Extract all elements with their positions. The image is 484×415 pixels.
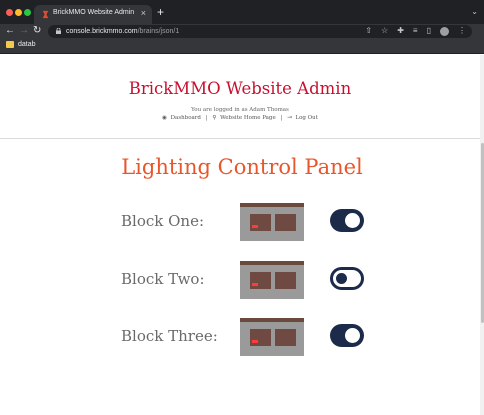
page-title: Lighting Control Panel [121,155,363,179]
address-bar[interactable]: console.brickmmo.com/brains/json/1 ⇧ ☆ ✚… [48,25,472,38]
url-text: console.brickmmo.com/brains/json/1 [66,28,180,35]
star-icon[interactable]: ☆ [381,26,388,36]
building-roof [240,318,304,322]
toggle-knob [336,273,347,284]
page-content: BrickMMO Website Admin You are logged in… [0,55,484,415]
block-row: Block Two: [0,259,484,299]
dashboard-link[interactable]: ◉ Dashboard [161,115,202,121]
brickmmo-favicon-icon [42,10,49,19]
tab-close-icon[interactable]: × [141,8,146,18]
reload-icon[interactable]: ↻ [33,25,41,37]
site-title: BrickMMO Website Admin [128,79,352,98]
menu-icon[interactable]: ⋮ [458,26,466,36]
logout-icon: ⇥ [287,115,292,121]
building-roof [240,203,304,207]
admin-nav: ◉ Dashboard | ⚲ Website Home Page | ⇥ Lo… [0,115,480,121]
tab-title: BrickMMO Website Admin [53,9,135,16]
building-window [250,272,271,289]
building-image [240,261,304,299]
back-arrow-icon[interactable]: ← [5,25,15,37]
building-window [275,214,296,231]
bookmarks-bar: datab [0,39,484,54]
building-window [250,214,271,231]
toolbar-icons: ⇧ ☆ ✚ ≡ ▯ ⋮ [365,26,466,36]
nav-separator: | [280,115,283,121]
building-window [275,272,296,289]
light-toggle[interactable] [330,267,364,290]
toggle-knob [345,213,360,228]
toggle-knob [345,328,360,343]
building-light [252,340,258,343]
dashboard-icon: ◉ [162,115,167,121]
profile-avatar[interactable] [440,27,449,36]
block-label: Block One: [121,212,204,230]
extensions-icon[interactable]: ✚ [397,26,404,36]
page-scrollbar[interactable] [480,55,484,415]
nav-separator: | [205,115,208,121]
block-row: Block Three: [0,316,484,356]
building-image [240,318,304,356]
building-light [252,283,258,286]
browser-tab[interactable]: BrickMMO Website Admin × [34,5,152,24]
close-window-button[interactable] [6,9,13,16]
sidebar-icon[interactable]: ▯ [427,26,431,36]
home-page-link[interactable]: ⚲ Website Home Page [211,115,276,121]
share-icon[interactable]: ⇧ [365,26,372,36]
forward-arrow-icon[interactable]: → [19,25,29,37]
logout-link[interactable]: ⇥ Log Out [286,115,319,121]
building-window [275,329,296,346]
building-light [252,225,258,228]
browser-tab-bar: BrickMMO Website Admin × + ⌄ [0,0,484,24]
block-label: Block Two: [121,270,205,288]
browser-toolbar: ← → ↻ console.brickmmo.com/brains/json/1… [0,24,484,39]
light-toggle[interactable] [330,209,364,232]
building-roof [240,261,304,265]
light-toggle[interactable] [330,324,364,347]
new-tab-button[interactable]: + [157,6,164,18]
search-icon: ⚲ [212,115,217,121]
site-header: BrickMMO Website Admin You are logged in… [0,55,480,139]
minimize-window-button[interactable] [15,9,22,16]
building-window [250,329,271,346]
block-row: Block One: [0,201,484,241]
block-label: Block Three: [121,327,218,345]
media-icon[interactable]: ≡ [413,26,418,36]
chevron-down-icon[interactable]: ⌄ [471,7,478,16]
bookmark-folder-icon [6,41,14,48]
building-image [240,203,304,241]
bookmark-label: datab [18,41,36,48]
lock-icon [56,28,61,34]
login-status-text: You are logged in as Adam Thomas [191,107,289,113]
bookmark-item[interactable]: datab [6,41,36,48]
maximize-window-button[interactable] [24,9,31,16]
